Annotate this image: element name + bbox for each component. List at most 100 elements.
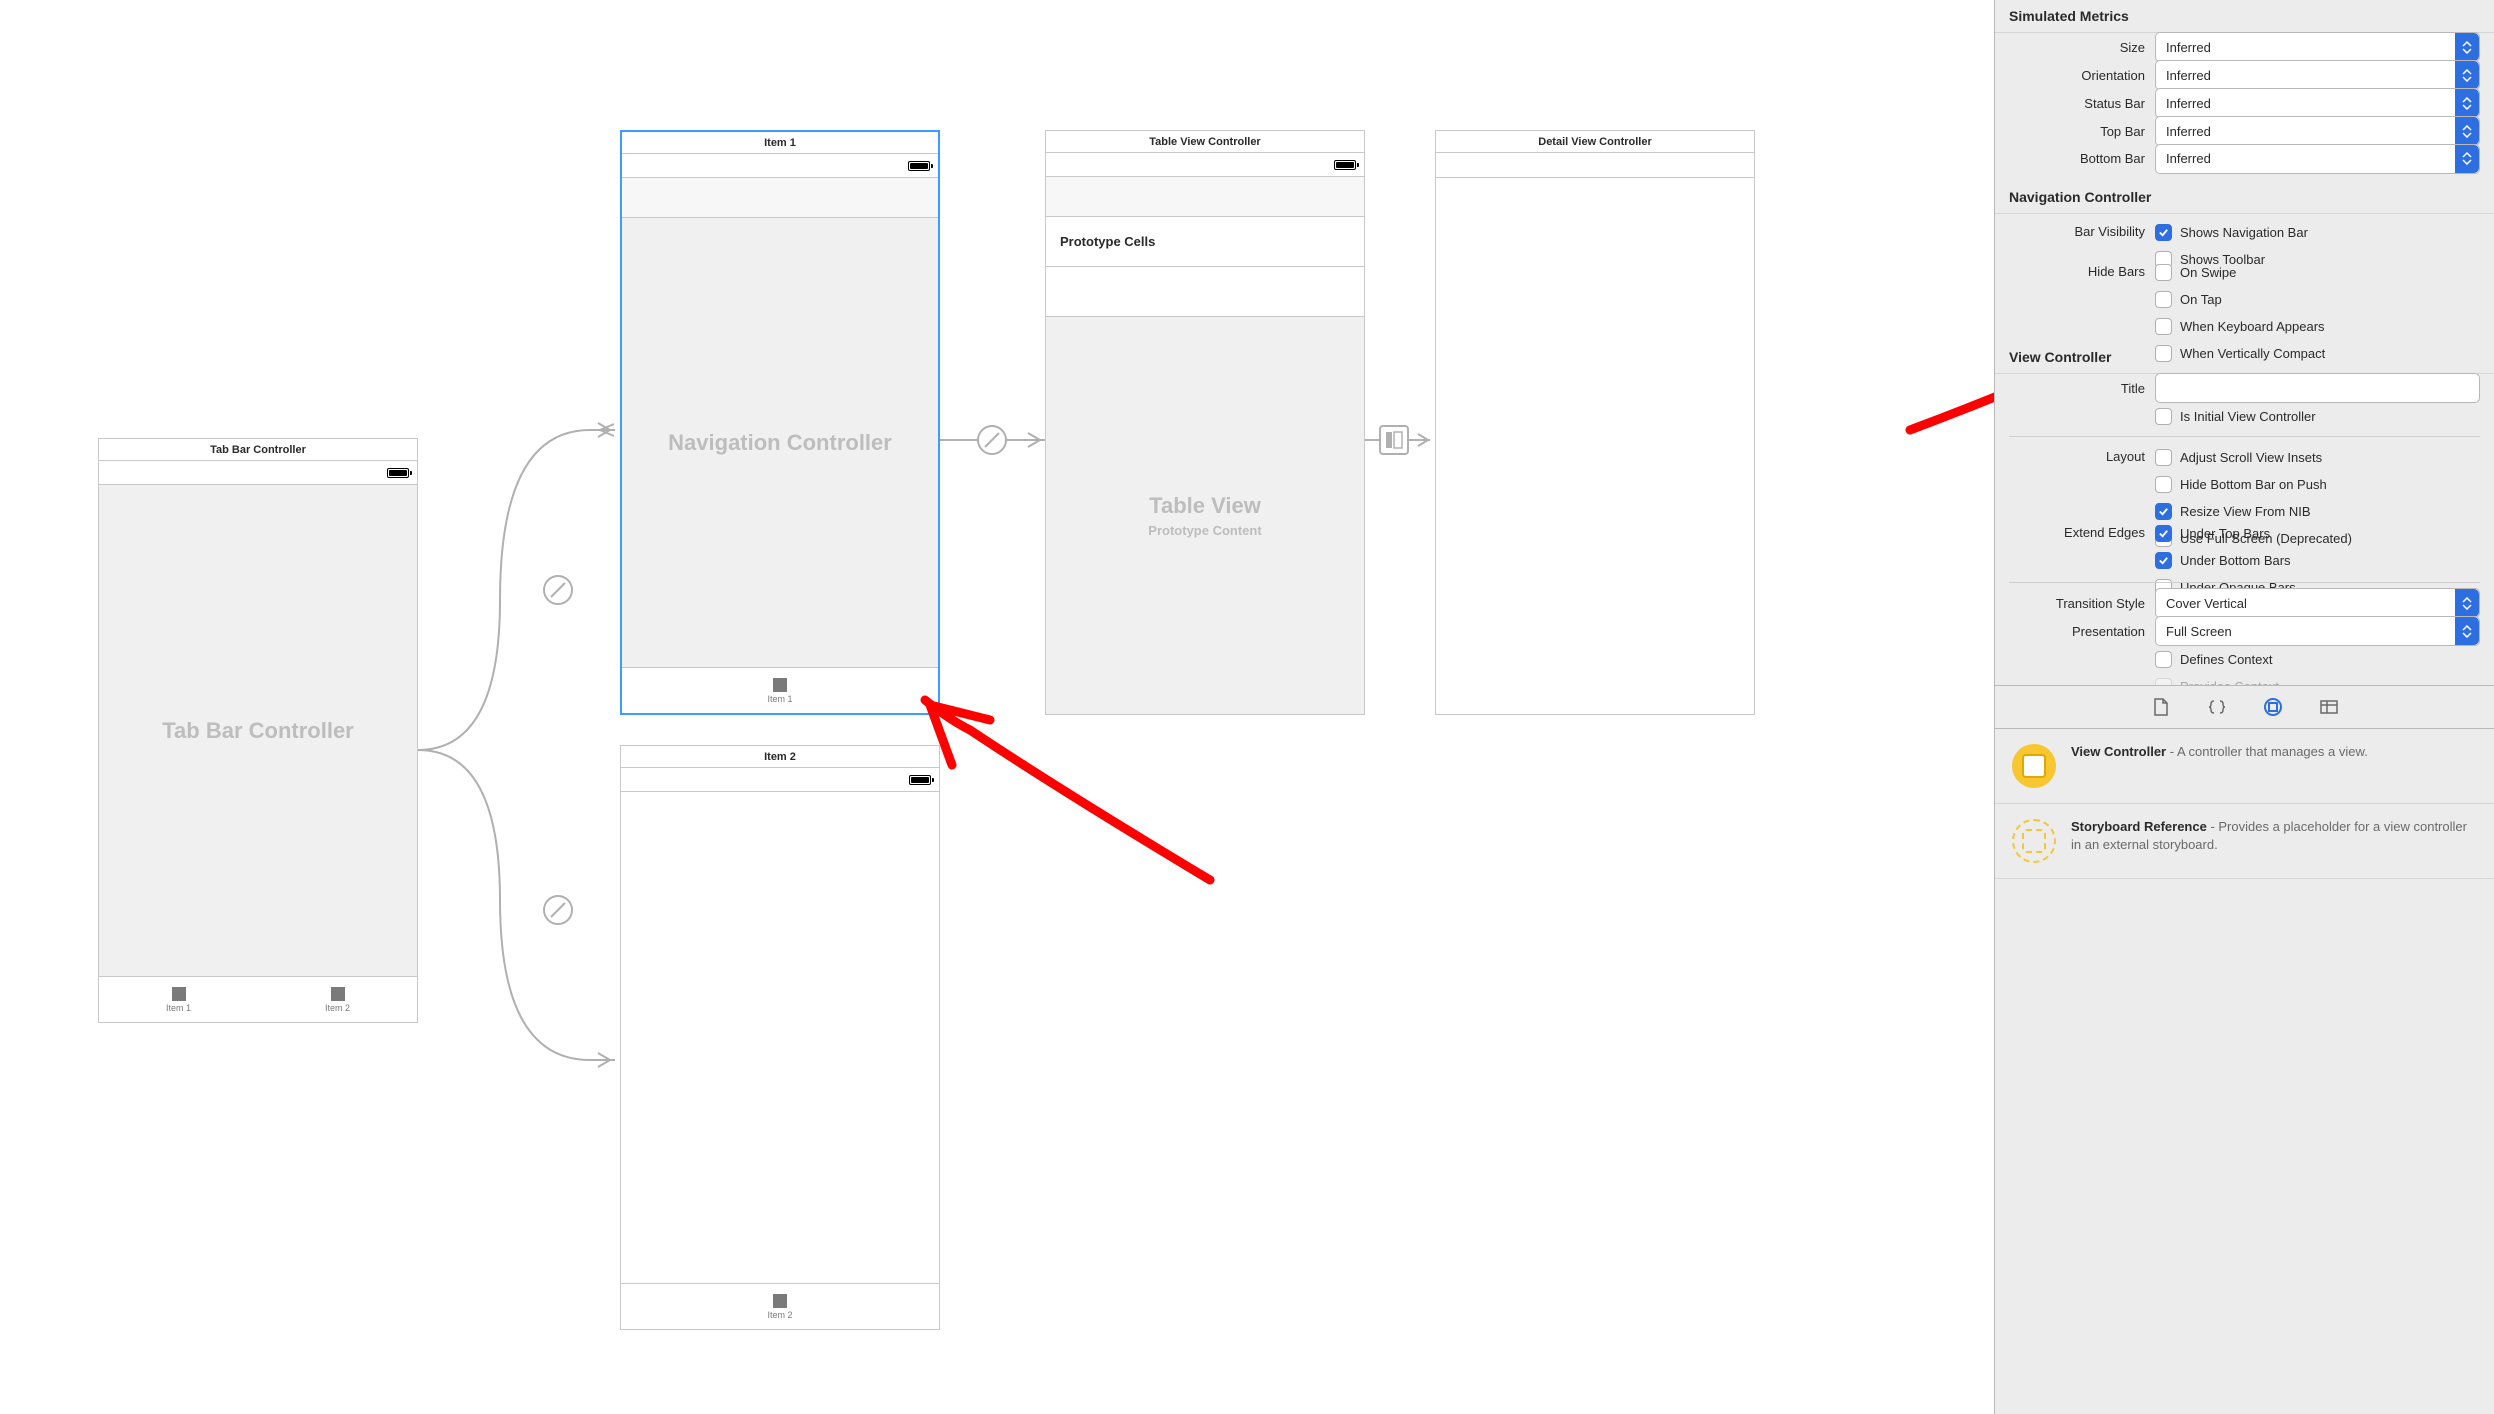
select-value: Inferred xyxy=(2166,151,2211,166)
tabbar-item-1[interactable]: Item 1 xyxy=(99,977,258,1022)
select-transition-style[interactable]: Cover Vertical xyxy=(2155,588,2480,618)
checkbox-when-keyboard[interactable]: When Keyboard Appears xyxy=(2155,318,2325,335)
row-hide-bars: Hide Bars On Swipe On Tap When Keyboard … xyxy=(1995,258,2494,334)
scene-title: Item 1 xyxy=(622,132,938,154)
select-top-bar[interactable]: Inferred xyxy=(2155,116,2480,146)
scene-item-2[interactable]: Item 2 Item 2 xyxy=(620,745,940,1330)
checkbox-resize-nib[interactable]: Resize View From NIB xyxy=(2155,503,2311,520)
row-bottom-bar: Bottom Bar Inferred xyxy=(1995,145,2494,181)
library-tab-file[interactable] xyxy=(2148,694,2174,720)
select-value: Inferred xyxy=(2166,96,2211,111)
select-value: Cover Vertical xyxy=(2166,596,2247,611)
prototype-cells-header: Prototype Cells xyxy=(1046,217,1364,267)
tabbar-item-label: Item 2 xyxy=(767,1310,792,1320)
checkbox-label: Resize View From NIB xyxy=(2180,504,2311,519)
prototype-cell[interactable] xyxy=(1046,267,1364,317)
select-value: Full Screen xyxy=(2166,624,2232,639)
row-status-bar: Status Bar Inferred xyxy=(1995,89,2494,117)
status-bar xyxy=(622,154,938,178)
placeholder-label: Navigation Controller xyxy=(668,430,892,456)
status-bar xyxy=(1046,153,1364,177)
label-layout: Layout xyxy=(1995,447,2155,464)
library-tab-media[interactable] xyxy=(2316,694,2342,720)
checkbox-under-bottom[interactable]: Under Bottom Bars xyxy=(2155,552,2291,569)
checkbox-icon xyxy=(2155,224,2172,241)
scene-title: Detail View Controller xyxy=(1436,131,1754,153)
status-bar xyxy=(621,768,939,792)
label-hide-bars: Hide Bars xyxy=(1995,262,2155,279)
nav-bar xyxy=(622,178,938,218)
battery-icon xyxy=(908,161,930,171)
library-tab-code[interactable] xyxy=(2204,694,2230,720)
checkbox-icon xyxy=(2155,291,2172,308)
scene-tabbar-controller[interactable]: Tab Bar Controller Tab Bar Controller It… xyxy=(98,438,418,1023)
sr-icon xyxy=(2012,819,2056,863)
checkbox-icon xyxy=(2155,264,2172,281)
select-size[interactable]: Inferred xyxy=(2155,32,2480,62)
tab-bar: Item 2 xyxy=(621,1283,939,1329)
label-status-bar: Status Bar xyxy=(1995,96,2155,111)
checkbox-hide-bottom[interactable]: Hide Bottom Bar on Push xyxy=(2155,476,2327,493)
select-orientation[interactable]: Inferred xyxy=(2155,60,2480,90)
library-tab-objects[interactable] xyxy=(2260,694,2286,720)
select-presentation[interactable]: Full Screen xyxy=(2155,616,2480,646)
label-presentation: Presentation xyxy=(1995,624,2155,639)
checkbox-label: On Swipe xyxy=(2180,265,2236,280)
select-value: Inferred xyxy=(2166,68,2211,83)
row-context: Defines Context Provides Context xyxy=(1995,645,2494,685)
checkbox-shows-nav-bar[interactable]: Shows Navigation Bar xyxy=(2155,224,2308,241)
scene-body: Navigation Controller xyxy=(622,218,938,667)
tab-bar: Item 1 xyxy=(622,667,938,713)
checkbox-defines-context[interactable]: Defines Context xyxy=(2155,651,2273,668)
library-item-icon xyxy=(2011,818,2057,864)
battery-icon xyxy=(387,468,409,478)
checkbox-on-tap[interactable]: On Tap xyxy=(2155,291,2222,308)
select-bottom-bar[interactable]: Inferred xyxy=(2155,144,2480,174)
square-icon xyxy=(773,1294,787,1308)
scene-navigation-controller[interactable]: Item 1 Navigation Controller Item 1 xyxy=(620,130,940,715)
library-item-title: View Controller xyxy=(2071,744,2166,759)
scene-body xyxy=(1436,177,1754,714)
checkbox-icon xyxy=(2155,476,2172,493)
scene-table-view-controller[interactable]: Table View Controller Prototype Cells Ta… xyxy=(1045,130,1365,715)
checkbox-icon xyxy=(2155,651,2172,668)
tabbar-item[interactable]: Item 1 xyxy=(622,668,938,713)
checkbox-provides-context[interactable]: Provides Context xyxy=(2155,678,2279,685)
scene-detail-view-controller[interactable]: Detail View Controller xyxy=(1435,130,1755,715)
label-extend-edges: Extend Edges xyxy=(1995,523,2155,540)
stepper-icon xyxy=(2455,33,2479,61)
checkbox-is-initial[interactable]: Is Initial View Controller xyxy=(2155,408,2316,425)
label-bar-visibility: Bar Visibility xyxy=(1995,222,2155,239)
checkbox-label: Is Initial View Controller xyxy=(2180,409,2316,424)
select-status-bar[interactable]: Inferred xyxy=(2155,88,2480,118)
library-item-view-controller[interactable]: View Controller - A controller that mana… xyxy=(1995,729,2494,804)
checkbox-adjust-insets[interactable]: Adjust Scroll View Insets xyxy=(2155,449,2322,466)
scene-title: Item 2 xyxy=(621,746,939,768)
section-header-nav-controller: Navigation Controller xyxy=(1995,181,2494,214)
row-orientation: Orientation Inferred xyxy=(1995,61,2494,89)
divider xyxy=(2009,582,2480,583)
library-item-text: View Controller - A controller that mana… xyxy=(2071,743,2368,761)
checkbox-label: When Keyboard Appears xyxy=(2180,319,2325,334)
tabbar-item[interactable]: Item 2 xyxy=(621,1284,939,1329)
storyboard-canvas[interactable]: Tab Bar Controller Tab Bar Controller It… xyxy=(0,0,1920,1414)
checkbox-under-top[interactable]: Under Top Bars xyxy=(2155,525,2270,542)
input-vc-title[interactable] xyxy=(2155,373,2480,403)
checkbox-on-swipe[interactable]: On Swipe xyxy=(2155,264,2236,281)
checkbox-icon xyxy=(2155,503,2172,520)
library-items-list: View Controller - A controller that mana… xyxy=(1995,729,2494,1414)
library-item-storyboard-reference[interactable]: Storyboard Reference - Provides a placeh… xyxy=(1995,804,2494,879)
library-item-text: Storyboard Reference - Provides a placeh… xyxy=(2071,818,2478,853)
checkbox-icon xyxy=(2155,552,2172,569)
tab-bar: Item 1 Item 2 xyxy=(99,976,417,1022)
nav-bar xyxy=(1046,177,1364,217)
library-tab-bar xyxy=(1995,685,2494,729)
checkbox-label: Adjust Scroll View Insets xyxy=(2180,450,2322,465)
label-bottom-bar: Bottom Bar xyxy=(1995,151,2155,166)
row-vc-title: Title xyxy=(1995,374,2494,402)
row-size: Size Inferred xyxy=(1995,33,2494,61)
row-presentation: Presentation Full Screen xyxy=(1995,617,2494,645)
tabbar-item-2[interactable]: Item 2 xyxy=(258,977,417,1022)
divider xyxy=(2009,436,2480,437)
square-icon xyxy=(172,987,186,1001)
